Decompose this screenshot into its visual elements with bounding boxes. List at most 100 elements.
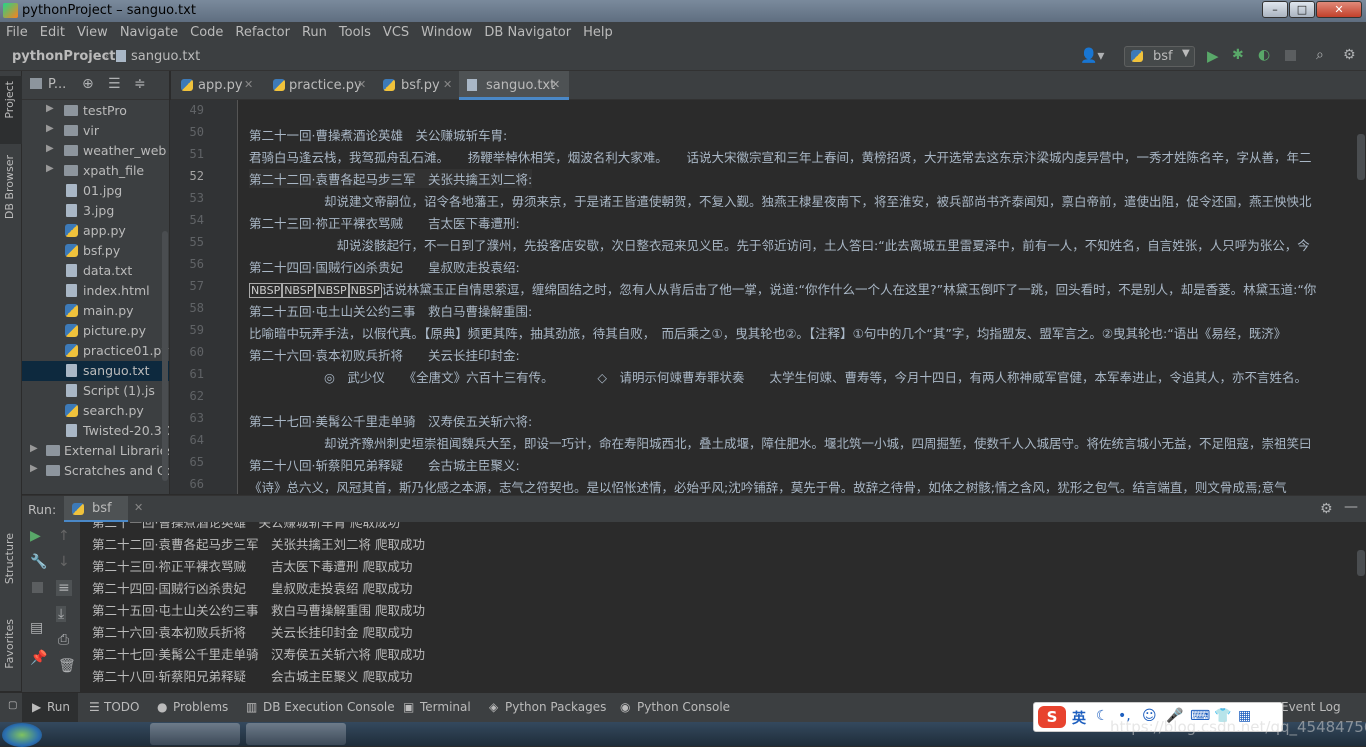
bottom-tab-run[interactable]: Run	[47, 700, 70, 714]
rerun-icon[interactable]: ▶	[30, 528, 41, 544]
tab-bsf-py[interactable]: bsf.py ✕	[377, 71, 459, 100]
editor-scrollbar[interactable]	[1357, 134, 1365, 180]
run-icon[interactable]: ▶	[1207, 47, 1219, 65]
tree-item[interactable]: ▶ weather_web	[22, 141, 169, 161]
bottom-tab-python-console[interactable]: Python Console	[637, 700, 730, 714]
menu-navigate[interactable]: Navigate	[114, 22, 184, 40]
expand-arrow-icon[interactable]: ▶	[46, 123, 54, 134]
scroll-up-icon[interactable]: ↑	[58, 528, 70, 544]
project-tool-tab[interactable]: Project	[3, 81, 16, 119]
menu-code[interactable]: Code	[184, 22, 229, 40]
tree-item[interactable]: ▶ External Libraries	[22, 441, 169, 461]
expand-arrow-icon[interactable]: ▶	[46, 163, 54, 174]
tree-item[interactable]: 01.jpg	[22, 181, 169, 201]
menu-help[interactable]: Help	[577, 22, 619, 40]
tab-practice-py[interactable]: practice.py ✕	[269, 71, 377, 100]
tree-item[interactable]: bsf.py	[22, 241, 169, 261]
menu-tools[interactable]: Tools	[333, 22, 377, 40]
ime-logo[interactable]: S	[1038, 706, 1066, 728]
close-tab-icon[interactable]: ✕	[443, 78, 452, 91]
event-log-tab[interactable]: Event Log	[1281, 700, 1341, 714]
menu-refactor[interactable]: Refactor	[229, 22, 296, 40]
tab-app-py[interactable]: app.py ✕	[171, 71, 269, 100]
close-tab-icon[interactable]: ✕	[244, 78, 253, 91]
scroll-down-icon[interactable]: ↓	[58, 554, 70, 570]
expand-all-icon[interactable]: ☰	[108, 76, 121, 92]
tree-item[interactable]: practice01.py	[22, 341, 169, 361]
menu-edit[interactable]: Edit	[34, 22, 71, 40]
tree-item[interactable]: Script (1).js	[22, 381, 169, 401]
menu-view[interactable]: View	[71, 22, 114, 40]
stop-icon[interactable]	[1285, 50, 1296, 61]
tree-item[interactable]: ▶ testPro	[22, 101, 169, 121]
favorites-tool-tab[interactable]: Favorites	[3, 619, 16, 669]
collapse-all-icon[interactable]: ≑	[134, 76, 146, 92]
breadcrumb-project[interactable]: pythonProject	[12, 49, 116, 64]
text-editor[interactable]: 第二十一回·曹操煮酒论英雄 关公赚城斩车胄: 君骑白马逢云栈，我驾孤舟乱石滩。 扬…	[239, 100, 1356, 494]
pin-icon[interactable]: 📌	[30, 650, 47, 666]
bottom-tab-problems[interactable]: Problems	[173, 700, 228, 714]
menu-window[interactable]: Window	[415, 22, 478, 40]
tree-item[interactable]: search.py	[22, 401, 169, 421]
trash-icon[interactable]: 🗑	[58, 658, 76, 674]
run-console-output[interactable]: 第二十一回·曹操煮酒论英雄 关公赚城斩车胄 爬取成功 第二十二回·袁曹各起马步三军…	[80, 522, 1366, 692]
maximize-button[interactable]: □	[1289, 1, 1315, 18]
tree-item[interactable]: picture.py	[22, 321, 169, 341]
expand-arrow-icon[interactable]: ▶	[46, 143, 54, 154]
console-scrollbar[interactable]	[1357, 550, 1365, 576]
close-tab-icon[interactable]: ✕	[551, 78, 560, 91]
locate-icon[interactable]: ⊕	[82, 76, 94, 92]
layout-toggle-icon[interactable]: ▢	[8, 700, 17, 711]
start-button-icon[interactable]	[2, 723, 42, 747]
run-tab-bsf[interactable]: bsf	[64, 496, 128, 523]
bottom-tab-db-execution-console[interactable]: DB Execution Console	[263, 700, 395, 714]
print-icon[interactable]: ⎙	[58, 632, 69, 648]
tree-item[interactable]: index.html	[22, 281, 169, 301]
stop-icon[interactable]	[32, 582, 43, 593]
tree-item[interactable]: ▶ Scratches and Cor	[22, 461, 169, 481]
gear-icon[interactable]: ⚙	[1343, 47, 1356, 63]
minimize-button[interactable]: –	[1262, 1, 1288, 18]
close-run-tab-icon[interactable]: ✕	[134, 501, 143, 514]
structure-tool-tab[interactable]: Structure	[3, 533, 16, 584]
menu-db-navigator[interactable]: DB Navigator	[478, 22, 577, 40]
menu-run[interactable]: Run	[296, 22, 333, 40]
tree-item[interactable]: data.txt	[22, 261, 169, 281]
breadcrumb-file[interactable]: sanguo.txt	[131, 49, 200, 64]
search-icon[interactable]: ⌕	[1316, 47, 1324, 63]
expand-arrow-icon[interactable]: ▶	[30, 443, 38, 454]
db-browser-tool-tab[interactable]: DB Browser	[3, 155, 16, 219]
user-icon[interactable]: 👤▾	[1080, 48, 1104, 64]
close-tab-icon[interactable]: ✕	[357, 78, 366, 91]
taskbar-app-button[interactable]	[150, 723, 240, 745]
taskbar-app-button[interactable]	[246, 723, 346, 745]
expand-arrow-icon[interactable]: ▶	[30, 463, 38, 474]
tree-item[interactable]: ▶ xpath_file	[22, 161, 169, 181]
menu-vcs[interactable]: VCS	[377, 22, 415, 40]
close-button[interactable]: ✕	[1316, 1, 1362, 18]
tree-item[interactable]: ▶ vir	[22, 121, 169, 141]
moon-icon[interactable]: ☾	[1096, 708, 1109, 724]
run-config-selector[interactable]: bsf ▼	[1124, 46, 1195, 67]
soft-wrap-icon[interactable]: ≡	[56, 580, 72, 596]
gear-icon[interactable]: ⚙	[1320, 501, 1333, 517]
ime-language-toggle[interactable]: 英	[1072, 708, 1086, 728]
bottom-tab-todo[interactable]: TODO	[104, 700, 139, 714]
tree-scrollbar[interactable]	[162, 231, 168, 481]
tree-item[interactable]: Twisted-20.3.0-	[22, 421, 169, 441]
scroll-to-end-icon[interactable]: ⤓	[56, 606, 67, 622]
project-view-selector[interactable]: P...	[48, 77, 66, 92]
expand-arrow-icon[interactable]: ▶	[46, 103, 54, 114]
bottom-tab-terminal[interactable]: Terminal	[420, 700, 471, 714]
layout-icon[interactable]: ▤	[30, 620, 43, 636]
menu-file[interactable]: File	[0, 22, 34, 40]
tree-item[interactable]: app.py	[22, 221, 169, 241]
tree-item[interactable]: sanguo.txt	[22, 361, 169, 381]
tab-sanguo-txt[interactable]: sanguo.txt ✕	[459, 71, 569, 100]
wrench-icon[interactable]: 🔧	[30, 554, 47, 570]
tree-item[interactable]: 3.jpg	[22, 201, 169, 221]
coverage-icon[interactable]: ◐	[1258, 47, 1270, 63]
bottom-tab-python-packages[interactable]: Python Packages	[505, 700, 606, 714]
tree-item[interactable]: main.py	[22, 301, 169, 321]
hide-icon[interactable]: —	[1344, 499, 1358, 515]
